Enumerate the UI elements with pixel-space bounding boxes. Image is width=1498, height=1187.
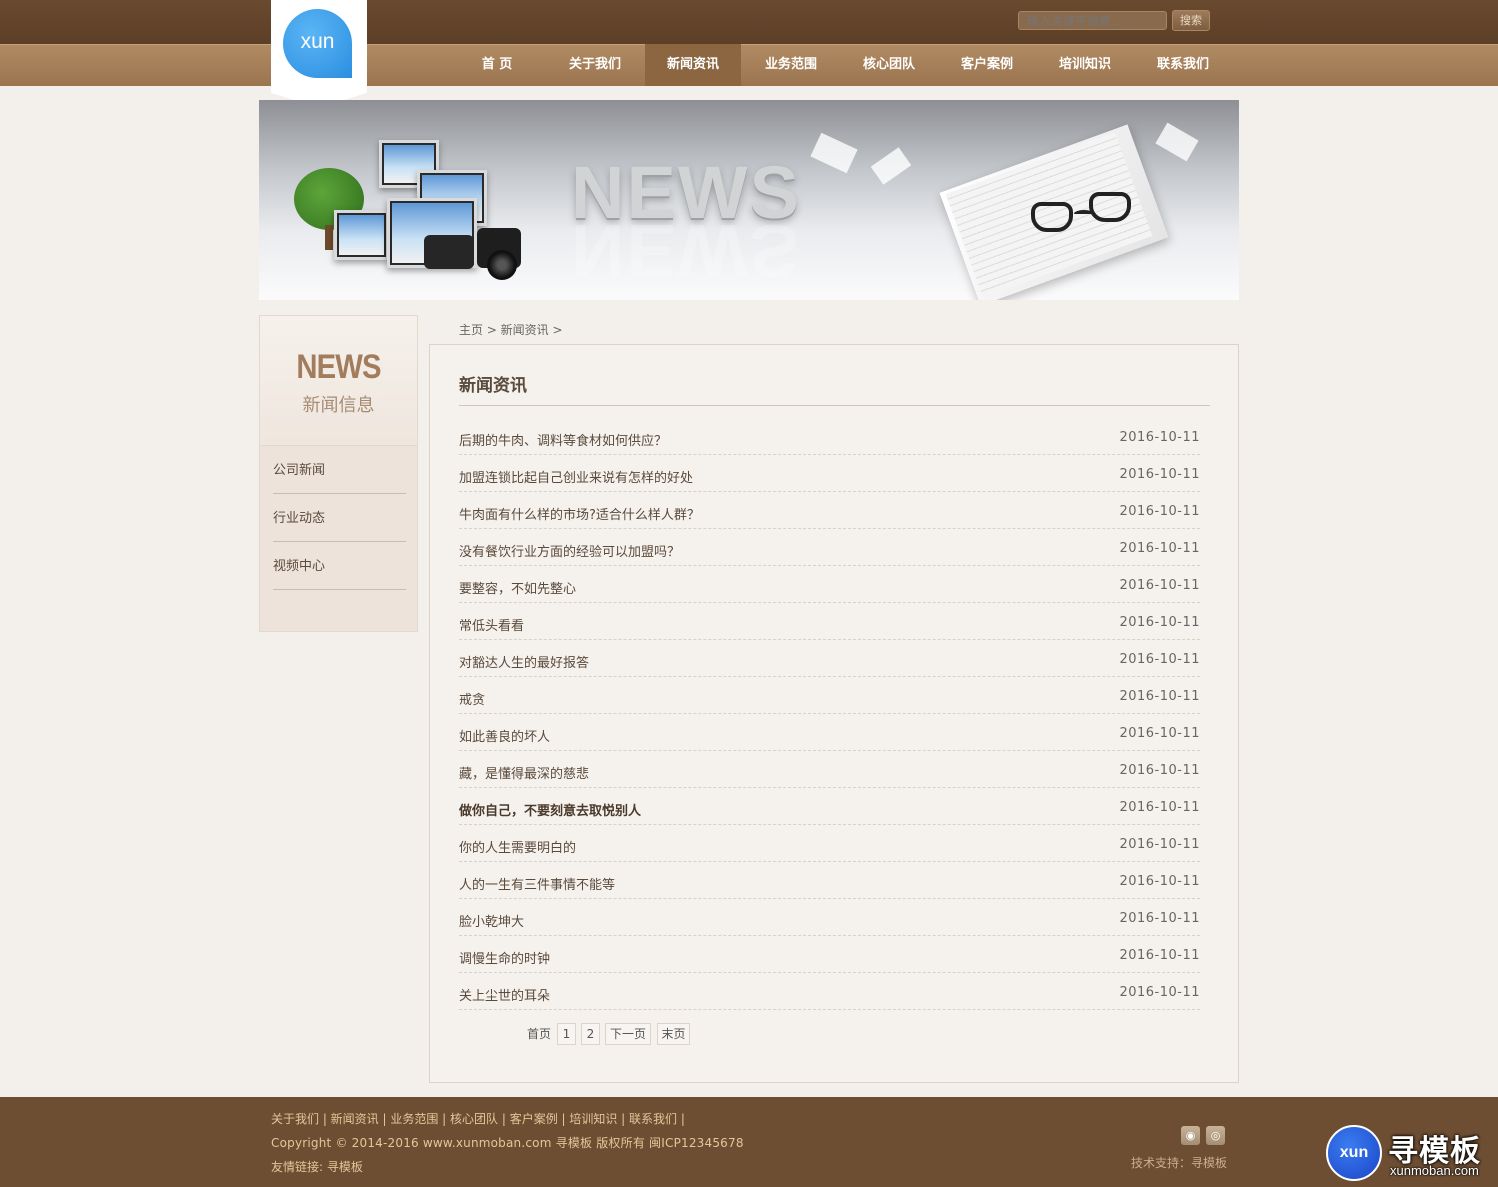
news-row[interactable]: 没有餐饮行业方面的经验可以加盟吗？ 2016-10-11 <box>459 529 1200 566</box>
news-row[interactable]: 后期的牛肉、调料等食材如何供应？ 2016-10-11 <box>459 418 1200 455</box>
news-title-link[interactable]: 加盟连锁比起自己创业来说有怎样的好处 <box>459 467 693 486</box>
news-row[interactable]: 如此善良的坏人 2016-10-11 <box>459 714 1200 751</box>
nav-news[interactable]: 新闻资讯 <box>645 44 741 86</box>
news-title-link[interactable]: 后期的牛肉、调料等食材如何供应？ <box>459 430 667 449</box>
pager-next[interactable]: 下一页 <box>605 1023 651 1045</box>
news-title-link[interactable]: 常低头看看 <box>459 615 524 634</box>
logo[interactable]: xun <box>283 9 352 78</box>
news-title-link[interactable]: 调慢生命的时钟 <box>459 948 550 967</box>
rss-icon[interactable]: ◉ <box>1181 1126 1200 1145</box>
footer-friend-links[interactable]: 友情链接: 寻模板 <box>271 1158 363 1175</box>
glasses-icon <box>1089 192 1131 222</box>
news-date: 2016-10-11 <box>1119 615 1200 630</box>
news-title-link[interactable]: 戒贪 <box>459 689 485 708</box>
glasses-bridge <box>1074 210 1094 218</box>
news-row[interactable]: 藏，是懂得最深的慈悲 2016-10-11 <box>459 751 1200 788</box>
news-row[interactable]: 脸小乾坤大 2016-10-11 <box>459 899 1200 936</box>
news-date: 2016-10-11 <box>1119 726 1200 741</box>
news-date: 2016-10-11 <box>1119 541 1200 556</box>
sidebar-item-company-news[interactable]: 公司新闻 <box>273 446 406 494</box>
footer <box>0 1097 1498 1187</box>
news-date: 2016-10-11 <box>1119 800 1200 815</box>
monitor-icon <box>334 210 389 260</box>
glasses-icon <box>1031 202 1073 232</box>
news-title-link[interactable]: 脸小乾坤大 <box>459 911 524 930</box>
news-row[interactable]: 牛肉面有什么样的市场?适合什么样人群？ 2016-10-11 <box>459 492 1200 529</box>
footer-copyright: Copyright © 2014-2016 www.xunmoban.com 寻… <box>271 1136 744 1150</box>
news-row[interactable]: 调慢生命的时钟 2016-10-11 <box>459 936 1200 973</box>
news-date: 2016-10-11 <box>1119 578 1200 593</box>
nav-business[interactable]: 业务范围 <box>743 44 839 86</box>
sidebar-item-industry-news[interactable]: 行业动态 <box>273 494 406 542</box>
sidebar-item-video-center[interactable]: 视频中心 <box>273 542 406 590</box>
news-title-link[interactable]: 对豁达人生的最好报答 <box>459 652 589 671</box>
page-title: 新闻资讯 <box>459 376 527 396</box>
news-row[interactable]: 人的一生有三件事情不能等 2016-10-11 <box>459 862 1200 899</box>
camera-lens-icon <box>487 250 517 280</box>
news-title-link[interactable]: 没有餐饮行业方面的经验可以加盟吗？ <box>459 541 680 560</box>
title-divider <box>459 405 1210 406</box>
news-date: 2016-10-11 <box>1119 467 1200 482</box>
nav-cases[interactable]: 客户案例 <box>939 44 1035 86</box>
camcorder-icon <box>424 235 474 269</box>
news-title-link[interactable]: 你的人生需要明白的 <box>459 837 576 856</box>
nav-home[interactable]: 首 页 <box>449 44 545 86</box>
news-row[interactable]: 对豁达人生的最好报答 2016-10-11 <box>459 640 1200 677</box>
news-date: 2016-10-11 <box>1119 763 1200 778</box>
news-title-link[interactable]: 人的一生有三件事情不能等 <box>459 874 615 893</box>
news-row[interactable]: 你的人生需要明白的 2016-10-11 <box>459 825 1200 862</box>
news-title-link[interactable]: 藏，是懂得最深的慈悲 <box>459 763 589 782</box>
pager-page-1[interactable]: 1 <box>557 1023 576 1045</box>
banner-headline-reflection: NEWS <box>571 209 801 292</box>
watermark-domain: xunmoban.com <box>1390 1163 1479 1178</box>
nav-training[interactable]: 培训知识 <box>1037 44 1133 86</box>
flying-paper-icon <box>810 132 858 174</box>
news-row[interactable]: 戒贪 2016-10-11 <box>459 677 1200 714</box>
news-date: 2016-10-11 <box>1119 985 1200 1000</box>
news-title-link[interactable]: 关上尘世的耳朵 <box>459 985 550 1004</box>
news-row[interactable]: 常低头看看 2016-10-11 <box>459 603 1200 640</box>
pager-first[interactable]: 首页 <box>527 1025 551 1042</box>
news-date: 2016-10-11 <box>1119 874 1200 889</box>
news-date: 2016-10-11 <box>1119 689 1200 704</box>
news-row[interactable]: 要整容，不如先整心 2016-10-11 <box>459 566 1200 603</box>
news-row[interactable]: 关上尘世的耳朵 2016-10-11 <box>459 973 1200 1010</box>
news-date: 2016-10-11 <box>1119 948 1200 963</box>
news-banner: NEWS NEWS <box>259 100 1239 300</box>
nav-team[interactable]: 核心团队 <box>841 44 937 86</box>
news-date: 2016-10-11 <box>1119 911 1200 926</box>
search-input[interactable] <box>1018 11 1167 30</box>
pager-page-2[interactable]: 2 <box>581 1023 600 1045</box>
news-date: 2016-10-11 <box>1119 652 1200 667</box>
top-bar <box>0 0 1498 44</box>
flying-paper-icon <box>1155 122 1199 162</box>
news-title-link[interactable]: 做你自己，不要刻意去取悦别人 <box>459 800 641 819</box>
nav-contact[interactable]: 联系我们 <box>1135 44 1231 86</box>
watermark-logo: xun <box>1326 1125 1382 1181</box>
footer-links[interactable]: 关于我们 | 新闻资讯 | 业务范围 | 核心团队 | 客户案例 | 培训知识 … <box>271 1110 685 1127</box>
pager-last[interactable]: 末页 <box>657 1023 690 1045</box>
news-title-link[interactable]: 如此善良的坏人 <box>459 726 550 745</box>
tree-trunk <box>325 225 333 250</box>
news-title-link[interactable]: 要整容，不如先整心 <box>459 578 576 597</box>
news-date: 2016-10-11 <box>1119 504 1200 519</box>
sidebar-title-cn: 新闻信息 <box>302 395 375 416</box>
sidebar-title-en: NEWS <box>296 348 381 386</box>
flying-paper-icon <box>870 147 912 185</box>
news-date: 2016-10-11 <box>1119 837 1200 852</box>
news-row[interactable]: 做你自己，不要刻意去取悦别人 2016-10-11 <box>459 788 1200 825</box>
news-date: 2016-10-11 <box>1119 430 1200 445</box>
weibo-icon[interactable]: ◎ <box>1206 1126 1225 1145</box>
footer-support: 技术支持：寻模板 <box>1131 1156 1228 1170</box>
breadcrumb[interactable]: 主页 > 新闻资讯 > <box>459 321 563 338</box>
news-title-link[interactable]: 牛肉面有什么样的市场?适合什么样人群？ <box>459 504 700 523</box>
search-button[interactable]: 搜索 <box>1172 10 1210 31</box>
news-row[interactable]: 加盟连锁比起自己创业来说有怎样的好处 2016-10-11 <box>459 455 1200 492</box>
nav-about[interactable]: 关于我们 <box>547 44 643 86</box>
